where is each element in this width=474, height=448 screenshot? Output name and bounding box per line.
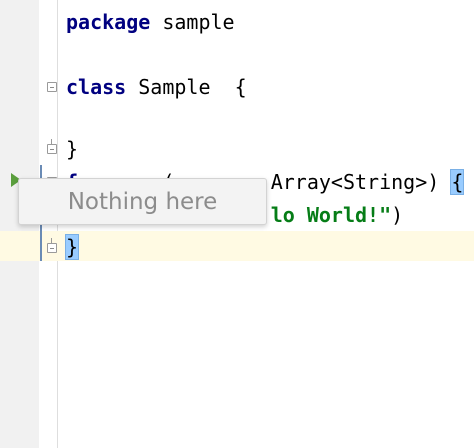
package-name: sample	[150, 10, 235, 34]
fold-method-end-icon[interactable]	[47, 238, 57, 253]
keyword-package: package	[66, 10, 151, 34]
empty-popup: Nothing here	[18, 178, 267, 225]
popup-message: Nothing here	[67, 189, 218, 215]
fold-class-icon[interactable]	[47, 82, 57, 92]
code-line-class[interactable]: class Sample {	[66, 74, 247, 100]
close-brace-highlight: }	[64, 234, 80, 260]
code-line-class-close[interactable]: }	[66, 136, 78, 162]
println-close: )	[391, 203, 404, 227]
code-line-main-close[interactable]: }	[64, 234, 80, 260]
closing-brace: }	[66, 137, 79, 161]
keyword-class: class	[66, 75, 127, 99]
fold-class-end-icon[interactable]	[47, 139, 57, 154]
class-name: Sample {	[126, 75, 247, 99]
string-literal: lo World!"	[270, 203, 392, 227]
open-brace-highlight: {	[450, 169, 465, 195]
code-line-package[interactable]: package sample	[66, 9, 235, 35]
